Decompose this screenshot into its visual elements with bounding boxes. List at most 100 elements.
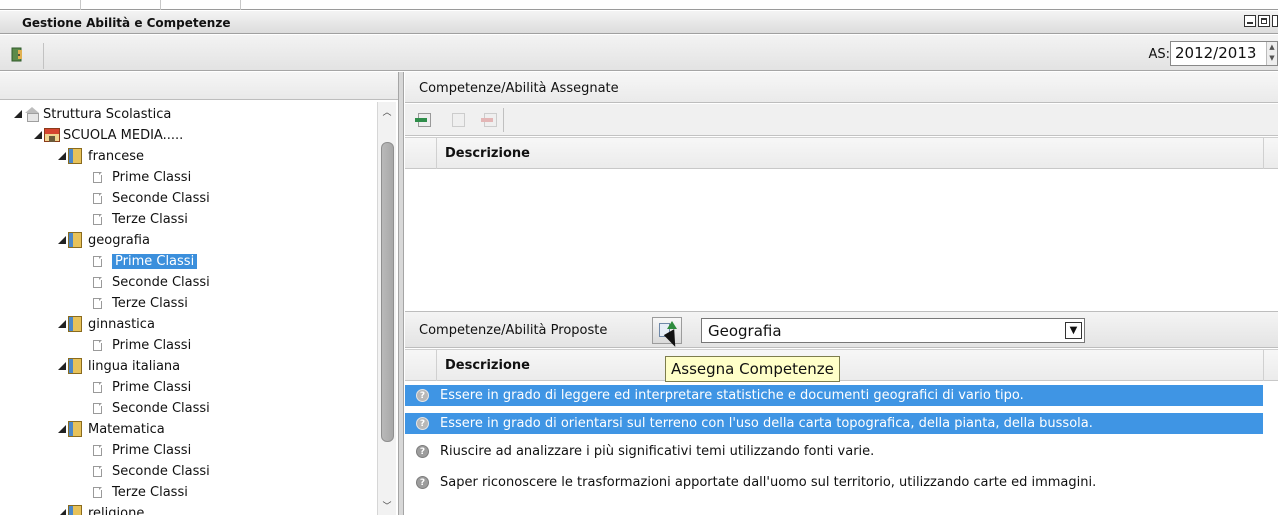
book-icon	[68, 421, 82, 437]
exit-button[interactable]	[8, 43, 44, 69]
minimize-icon[interactable]	[1244, 15, 1256, 27]
page-icon	[93, 402, 102, 414]
expand-triangle-icon[interactable]	[58, 236, 66, 244]
tree-node-class[interactable]: Terze Classi	[93, 482, 188, 502]
proposed-row[interactable]: ? Essere in grado di orientarsi sul terr…	[405, 413, 1263, 434]
tree-node-subject[interactable]: geografia	[58, 230, 150, 250]
chevron-down-icon[interactable]: ▼	[1065, 322, 1082, 339]
help-icon: ?	[416, 445, 429, 458]
school-year-label: AS:	[1148, 47, 1170, 62]
page-icon	[93, 465, 102, 477]
remove-button[interactable]	[481, 111, 501, 129]
column-divider	[1263, 138, 1264, 169]
spinner-arrows[interactable]: ▲ ▼	[1266, 42, 1277, 65]
tree-node-class[interactable]: Terze Classi	[93, 209, 188, 229]
tree-node-label: Prime Classi	[112, 253, 198, 269]
expand-triangle-icon[interactable]	[58, 509, 66, 515]
tree-node-label: Prime Classi	[112, 337, 192, 353]
tree-node-class-selected[interactable]: Prime Classi	[93, 251, 198, 271]
tree-node-class[interactable]: Seconde Classi	[93, 398, 210, 418]
tree-node-label: Struttura Scolastica	[43, 106, 172, 122]
arrow-left-icon	[415, 118, 427, 122]
tree-node-subject[interactable]: ginnastica	[58, 314, 155, 334]
scroll-down-icon[interactable]: ﹀	[378, 499, 396, 515]
expand-triangle-icon[interactable]	[58, 320, 66, 328]
tree-node-class[interactable]: Prime Classi	[93, 335, 191, 355]
tree-node-label: Seconde Classi	[112, 190, 210, 206]
edit-button[interactable]	[449, 111, 469, 129]
move-left-button[interactable]	[415, 111, 435, 129]
row-text: Essere in grado di orientarsi sul terren…	[440, 416, 1093, 431]
proposed-row[interactable]: ? Riuscire ad analizzare i più significa…	[405, 441, 1263, 462]
spin-up-icon[interactable]: ▲	[1267, 42, 1277, 53]
proposed-row[interactable]: ? Saper riconoscere le trasformazioni ap…	[405, 472, 1263, 493]
tree-node-subject[interactable]: Matematica	[58, 419, 165, 439]
pane-splitter[interactable]	[398, 72, 404, 515]
tree-node-root[interactable]: Struttura Scolastica	[14, 104, 171, 124]
page-icon	[93, 381, 102, 393]
tree-node-label: Terze Classi	[112, 295, 188, 311]
book-icon	[68, 316, 82, 332]
tree-node-class[interactable]: Prime Classi	[93, 167, 191, 187]
toolbar-divider	[503, 108, 504, 132]
page-icon	[93, 297, 102, 309]
expand-triangle-icon[interactable]	[58, 152, 66, 160]
window-controls	[1244, 15, 1278, 27]
tree-node-label: Matematica	[88, 421, 165, 437]
tree-node-subject[interactable]: religione	[58, 503, 144, 515]
tree-node-subject[interactable]: lingua italiana	[58, 356, 180, 376]
tree-pane-header	[0, 72, 398, 100]
help-icon: ?	[416, 417, 429, 430]
page-icon	[93, 255, 102, 267]
page-icon	[93, 171, 102, 183]
school-year-value: 2012/2013	[1175, 44, 1257, 62]
arrow-up-icon	[667, 321, 677, 329]
tree-node-label: geografia	[88, 232, 150, 248]
tree-node-class[interactable]: Seconde Classi	[93, 461, 210, 481]
subject-select-value: Geografia	[708, 322, 782, 340]
tree-node-class[interactable]: Prime Classi	[93, 440, 191, 460]
assigned-header: Competenze/Abilità Assegnate	[405, 72, 1278, 103]
tree-node-label: lingua italiana	[88, 358, 181, 374]
proposed-header: Competenze/Abilità Proposte Geografia ▼	[405, 311, 1278, 349]
school-year-spinner[interactable]: 2012/2013 ▲ ▼	[1170, 41, 1278, 66]
row-text: Essere in grado di leggere ed interpreta…	[440, 388, 1024, 403]
page-icon	[93, 444, 102, 456]
column-header-descrizione[interactable]: Descrizione	[445, 358, 530, 373]
expand-triangle-icon[interactable]	[58, 362, 66, 370]
subject-select[interactable]: Geografia ▼	[701, 318, 1085, 343]
school-structure-icon	[24, 107, 40, 122]
scroll-up-icon[interactable]: ︿	[378, 105, 396, 121]
row-text: Saper riconoscere le trasformazioni appo…	[440, 475, 1097, 490]
competences-pane: Competenze/Abilità Assegnate Descrizione…	[405, 72, 1278, 515]
close-icon[interactable]	[1272, 15, 1278, 27]
page-icon	[93, 276, 102, 288]
page-icon	[93, 192, 102, 204]
tree-node-class[interactable]: Seconde Classi	[93, 272, 210, 292]
proposed-row[interactable]: ? Essere in grado di leggere ed interpre…	[405, 385, 1263, 406]
tree-node-subject[interactable]: francese	[58, 146, 144, 166]
expand-triangle-icon[interactable]	[34, 131, 42, 139]
tree-node-class[interactable]: Prime Classi	[93, 377, 191, 397]
tree-node-label: Prime Classi	[112, 442, 192, 458]
proposed-title: Competenze/Abilità Proposte	[419, 323, 608, 338]
window-title: Gestione Abilità e Competenze	[22, 16, 231, 30]
arrow-right-icon	[481, 118, 493, 122]
tree-node-school[interactable]: SCUOLA MEDIA.....	[34, 125, 183, 145]
tree-node-label: francese	[88, 148, 145, 164]
expand-triangle-icon[interactable]	[58, 425, 66, 433]
tree-node-class[interactable]: Terze Classi	[93, 293, 188, 313]
help-icon: ?	[416, 389, 429, 402]
structure-tree[interactable]: Struttura Scolastica SCUOLA MEDIA..... f…	[0, 102, 375, 515]
exit-door-icon	[11, 47, 22, 62]
spin-down-icon[interactable]: ▼	[1267, 53, 1277, 64]
tree-node-label: Prime Classi	[112, 379, 192, 395]
assigned-title: Competenze/Abilità Assegnate	[419, 81, 619, 96]
tree-node-class[interactable]: Seconde Classi	[93, 188, 210, 208]
tree-node-label: Terze Classi	[112, 211, 188, 227]
maximize-icon[interactable]	[1258, 15, 1270, 27]
tree-scrollbar[interactable]: ︿ ﹀	[377, 102, 396, 515]
scrollbar-thumb[interactable]	[381, 142, 394, 442]
column-header-descrizione[interactable]: Descrizione	[445, 146, 530, 161]
expand-triangle-icon[interactable]	[14, 110, 22, 118]
